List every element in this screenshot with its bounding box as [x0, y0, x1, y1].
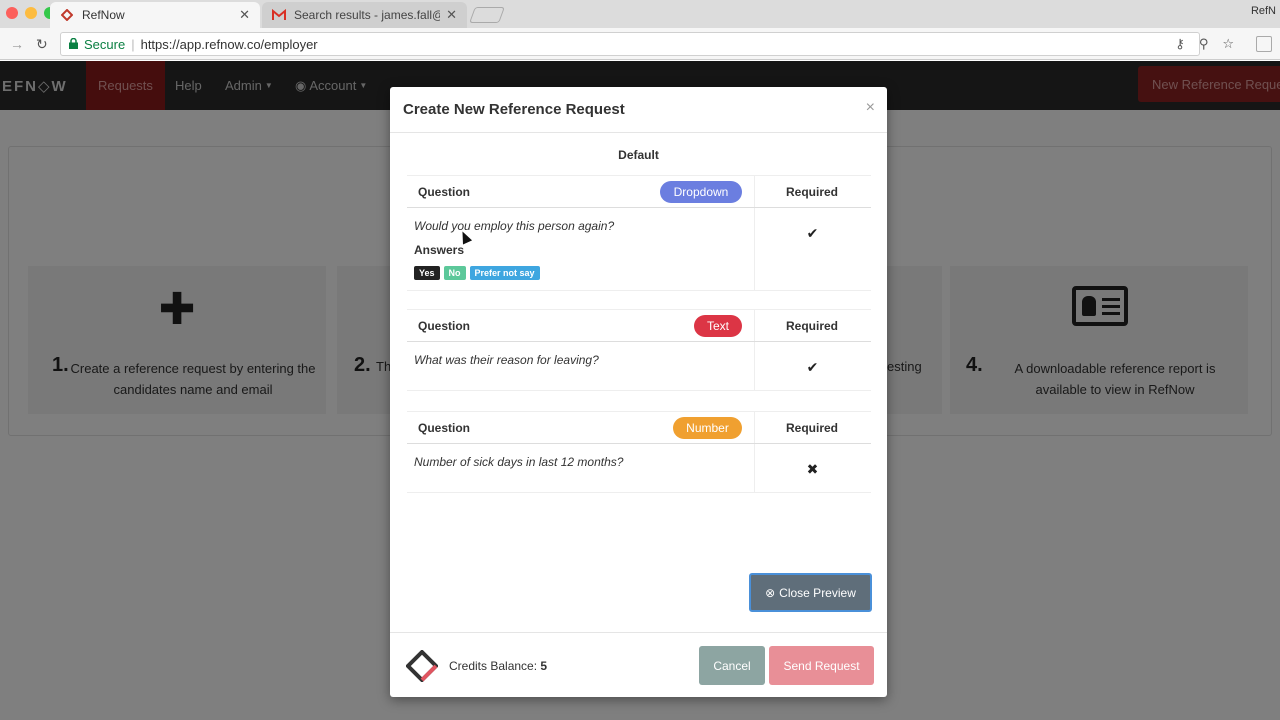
answers-label: Answers: [414, 243, 465, 257]
close-icon[interactable]: ×: [866, 99, 875, 117]
star-icon[interactable]: ☆: [1222, 36, 1234, 52]
template-name: Default: [618, 148, 659, 162]
question-body: Number of sick days in last 12 months? ✖: [407, 444, 871, 492]
question-body: Would you employ this person again? Answ…: [407, 208, 871, 290]
question-label: Question: [418, 319, 471, 333]
lock-icon: [69, 37, 78, 52]
credits-value: 5: [540, 659, 548, 673]
question-header: Question Number Required: [407, 411, 871, 444]
send-request-button[interactable]: Send Request: [769, 646, 874, 685]
close-tab-icon[interactable]: ✕: [446, 7, 457, 23]
required-x-icon: ✖: [806, 461, 819, 477]
browser-tab-bar: RefNow ✕ Search results - james.fall@ref…: [0, 0, 1280, 28]
required-label: Required: [785, 319, 838, 333]
required-check-icon: ✔: [806, 359, 819, 375]
question-header: Question Text Required: [407, 309, 871, 342]
modal-header: Create New Reference Request ×: [390, 87, 887, 133]
cancel-button[interactable]: Cancel: [699, 646, 765, 685]
tab-title: Search results - james.fall@ref: [294, 8, 440, 22]
new-tab-button[interactable]: [469, 7, 505, 23]
tab-gmail[interactable]: Search results - james.fall@ref ✕: [262, 2, 467, 28]
answers-list: Yes No Prefer not say: [414, 266, 540, 280]
question-type-badge: Number: [673, 417, 742, 439]
url-field[interactable]: Secure | https://app.refnow.co/employer: [60, 32, 1200, 56]
answer-badge: Prefer not say: [469, 266, 540, 280]
tab-refnow[interactable]: RefNow ✕: [50, 2, 260, 28]
url-separator: |: [131, 36, 135, 52]
close-preview-label: Close Preview: [779, 585, 856, 600]
extension-icon[interactable]: [1256, 36, 1272, 52]
reload-icon[interactable]: ↻: [36, 36, 48, 53]
question-text: Would you employ this person again?: [414, 219, 615, 233]
profile-name[interactable]: RefN: [1251, 5, 1276, 17]
refnow-favicon-icon: [60, 8, 74, 22]
question-table: Question Number Required Number of sick …: [407, 411, 871, 493]
secure-label: Secure: [84, 36, 126, 52]
question-table: Question Dropdown Required Would you emp…: [407, 175, 871, 291]
question-text: What was their reason for leaving?: [414, 353, 599, 367]
url-text: https://app.refnow.co/employer: [140, 36, 318, 52]
question-text: Number of sick days in last 12 months?: [414, 455, 624, 469]
credits-label: Credits Balance:: [449, 659, 538, 673]
answer-badge: No: [443, 266, 466, 280]
required-label: Required: [785, 421, 838, 435]
required-check-icon: ✔: [806, 225, 819, 241]
modal-title: Create New Reference Request: [403, 101, 625, 118]
answer-badge: Yes: [414, 266, 440, 280]
zoom-icon[interactable]: ⚲: [1199, 36, 1209, 52]
credits-balance: Credits Balance: 5: [449, 659, 547, 673]
back-icon[interactable]: →: [10, 36, 24, 52]
question-type-badge: Dropdown: [660, 181, 742, 203]
close-preview-button[interactable]: ⊗ Close Preview: [749, 573, 872, 612]
question-label: Question: [418, 185, 471, 199]
key-icon[interactable]: ⚷: [1175, 36, 1185, 52]
required-label: Required: [785, 185, 838, 199]
question-table: Question Text Required What was their re…: [407, 309, 871, 391]
close-window-button[interactable]: [6, 7, 18, 19]
question-body: What was their reason for leaving? ✔: [407, 342, 871, 390]
tab-title: RefNow: [82, 8, 125, 22]
close-circle-icon: ⊗: [765, 585, 776, 600]
close-tab-icon[interactable]: ✕: [239, 7, 250, 23]
gmail-icon: [272, 8, 286, 22]
question-header: Question Dropdown Required: [407, 175, 871, 208]
modal-footer: Credits Balance: 5 Cancel Send Request: [390, 632, 887, 697]
minimize-window-button[interactable]: [25, 7, 37, 19]
question-label: Question: [418, 421, 471, 435]
question-type-badge: Text: [694, 315, 742, 337]
address-bar-area: → ↻ Secure | https://app.refnow.co/emplo…: [0, 28, 1280, 60]
create-reference-request-modal: Create New Reference Request × Default Q…: [390, 87, 887, 697]
refnow-logo-icon: [405, 649, 439, 683]
address-bar-icons: ⚷ ⚲ ☆: [1175, 36, 1234, 52]
